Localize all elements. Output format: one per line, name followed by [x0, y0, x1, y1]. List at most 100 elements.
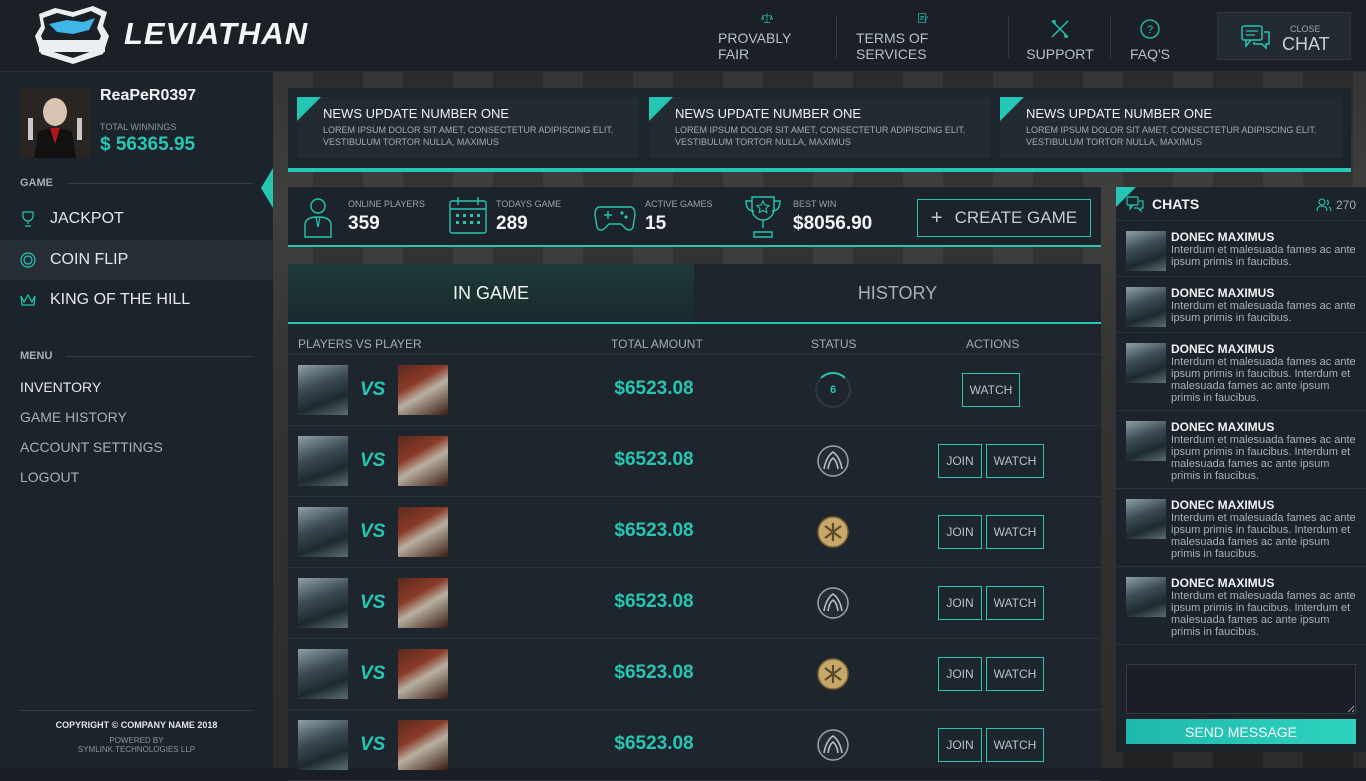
player-one-avatar[interactable] [298, 436, 348, 486]
t-emblem-icon [817, 516, 849, 548]
nav-terms-of-services[interactable]: TERMS OF SERVICES [856, 12, 990, 62]
join-button[interactable]: JOIN [938, 657, 982, 691]
watch-button[interactable]: WATCH [986, 657, 1044, 691]
total-amount: $6523.08 [614, 662, 694, 683]
question-circle-icon: ? [1140, 19, 1160, 39]
chat-message-text: Interdum et malesuada fames ac ante ipsu… [1171, 356, 1356, 404]
sidebar-item-king-of-the-hill[interactable]: KING OF THE HILL [0, 280, 273, 320]
join-button[interactable]: JOIN [938, 515, 982, 549]
chat-bubbles-icon [1241, 25, 1270, 50]
nav-support[interactable]: SUPPORT [1026, 12, 1094, 62]
chat-avatar[interactable] [1126, 343, 1166, 383]
powered-by-line: POWERED BY [109, 736, 164, 745]
trophy-icon [22, 211, 34, 227]
news-body: LOREM IPSUM DOLOR SIT AMET, CONSECTETUR … [1026, 125, 1317, 147]
menu-item-game-history[interactable]: GAME HISTORY [20, 409, 127, 425]
chat-message-author: DONEC MAXIMUS [1171, 286, 1275, 300]
news-title: NEWS UPDATE NUMBER ONE [323, 106, 510, 121]
player-two-avatar[interactable] [398, 365, 448, 415]
column-header-status: STATUS [811, 337, 857, 351]
nav-provably-fair[interactable]: PROVABLY FAIR [718, 12, 816, 62]
chat-message-text: Interdum et malesuada fames ac ante ipsu… [1171, 244, 1356, 268]
chat-avatar[interactable] [1126, 499, 1166, 539]
vs-label: VS [360, 663, 386, 684]
sidebar-item-jackpot[interactable]: JACKPOT [0, 199, 273, 239]
tab-history[interactable]: HISTORY [694, 264, 1101, 322]
create-game-button[interactable]: + CREATE GAME [917, 199, 1091, 237]
watch-button[interactable]: WATCH [962, 373, 1020, 407]
nav-divider [1008, 16, 1009, 58]
player-two-avatar[interactable] [398, 578, 448, 628]
watch-button[interactable]: WATCH [986, 728, 1044, 762]
close-chat-small: CLOSE [1290, 24, 1321, 34]
menu-item-account-settings[interactable]: ACCOUNT SETTINGS [20, 439, 163, 455]
player-one-avatar[interactable] [298, 365, 348, 415]
tab-in-game[interactable]: IN GAME [288, 264, 694, 322]
chat-message-input[interactable] [1126, 664, 1356, 714]
document-pen-icon [918, 13, 929, 23]
watch-button[interactable]: WATCH [986, 444, 1044, 478]
news-card[interactable]: NEWS UPDATE NUMBER ONE LOREM IPSUM DOLOR… [1000, 97, 1342, 158]
stat-label: TODAYS GAME [496, 199, 562, 209]
chat-message-author: DONEC MAXIMUS [1171, 420, 1275, 434]
vs-label: VS [360, 379, 386, 400]
nav-label: TERMS OF SERVICES [856, 30, 929, 62]
column-header-total-amount: TOTAL AMOUNT [611, 337, 703, 351]
menu-item-inventory[interactable]: INVENTORY [20, 379, 101, 395]
chat-avatar[interactable] [1126, 231, 1166, 271]
news-card[interactable]: NEWS UPDATE NUMBER ONE LOREM IPSUM DOLOR… [297, 97, 639, 158]
calendar-icon [449, 197, 487, 234]
join-button[interactable]: JOIN [938, 444, 982, 478]
chat-avatar[interactable] [1126, 577, 1166, 617]
player-one-avatar[interactable] [298, 507, 348, 557]
table-row: VS $6523.08 JOIN WATCH [288, 497, 1101, 568]
player-one-avatar[interactable] [298, 720, 348, 770]
trophy-star-icon [745, 196, 781, 238]
sidebar-item-label: COIN FLIP [50, 251, 129, 268]
stat-value: 289 [496, 213, 528, 234]
total-amount: $6523.08 [614, 733, 694, 754]
player-two-avatar[interactable] [398, 720, 448, 770]
sidebar-item-coin-flip[interactable]: COIN FLIP [0, 240, 273, 280]
menu-item-logout[interactable]: LOGOUT [20, 469, 79, 485]
ct-emblem-icon [817, 729, 849, 761]
chat-avatar[interactable] [1126, 421, 1166, 461]
chat-message-text: Interdum et malesuada fames ac ante ipsu… [1171, 434, 1356, 482]
t-emblem-icon [817, 658, 849, 690]
news-corner-accent [297, 97, 321, 121]
send-message-button[interactable]: SEND MESSAGE [1126, 719, 1356, 744]
stat-label: BEST WIN [793, 199, 837, 209]
news-corner-accent [1000, 97, 1024, 121]
close-chat-button[interactable]: CLOSE CHAT [1217, 12, 1351, 60]
close-chat-big: CHAT [1282, 34, 1330, 54]
ct-emblem-icon [817, 587, 849, 619]
stat-todays-game: TODAYS GAME 289 [448, 187, 588, 247]
coin-icon [20, 252, 36, 268]
stat-label: ACTIVE GAMES [645, 199, 713, 209]
chat-bubbles-icon [1126, 196, 1144, 212]
scales-icon [761, 13, 773, 23]
news-body: LOREM IPSUM DOLOR SIT AMET, CONSECTETUR … [323, 125, 614, 147]
join-button[interactable]: JOIN [938, 586, 982, 620]
news-title: NEWS UPDATE NUMBER ONE [675, 106, 862, 121]
player-two-avatar[interactable] [398, 436, 448, 486]
brand-name: LEVIATHAN [124, 16, 309, 51]
leviathan-logo-badge[interactable] [33, 6, 111, 66]
chat-avatar[interactable] [1126, 287, 1166, 327]
copyright-text: COPYRIGHT © COMPANY NAME 2018 [55, 720, 218, 730]
watch-button[interactable]: WATCH [986, 586, 1044, 620]
player-two-avatar[interactable] [398, 507, 448, 557]
footer-divider [20, 710, 253, 711]
player-two-avatar[interactable] [398, 649, 448, 699]
player-one-avatar[interactable] [298, 649, 348, 699]
watch-button[interactable]: WATCH [986, 515, 1044, 549]
avatar[interactable] [20, 88, 90, 158]
powered-by-company: SYMLINK TECHNOLOGIES LLP [77, 745, 196, 754]
join-button[interactable]: JOIN [938, 728, 982, 762]
nav-faqs[interactable]: ? FAQ'S [1128, 12, 1172, 62]
news-bar-accent-line [288, 168, 1351, 172]
player-one-avatar[interactable] [298, 578, 348, 628]
news-card[interactable]: NEWS UPDATE NUMBER ONE LOREM IPSUM DOLOR… [649, 97, 991, 158]
chat-message: DONEC MAXIMUS Interdum et malesuada fame… [1116, 221, 1366, 277]
users-icon [1316, 198, 1332, 212]
